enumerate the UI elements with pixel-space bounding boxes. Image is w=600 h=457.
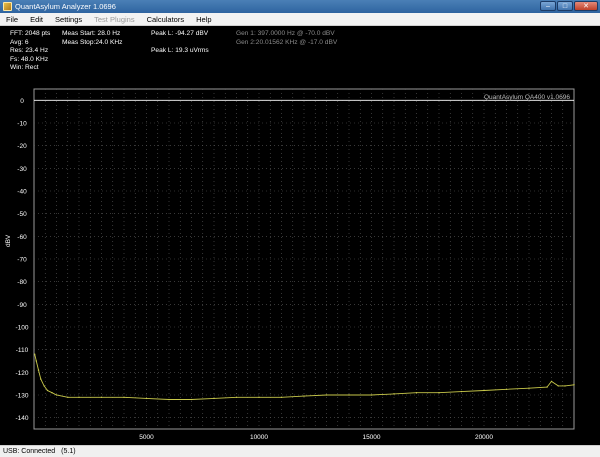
maximize-button[interactable]: □	[557, 1, 573, 11]
y-axis-label: dBV	[5, 234, 12, 247]
y-tick-label: -70	[17, 257, 27, 264]
resolution-readout: Res: 23.4 Hz	[10, 47, 49, 55]
y-tick-label: -140	[15, 415, 28, 422]
spectrum-point	[145, 397, 148, 400]
fft-info-panel: FFT: 2048 pts Avg: 6 Res: 23.4 Hz Fs: 48…	[10, 30, 50, 73]
spectrum-point	[564, 385, 566, 387]
spectrum-point	[348, 394, 350, 396]
status-bar: USB: Connected (5.1)	[0, 445, 600, 457]
y-tick-label: -110	[16, 347, 29, 354]
window-type-readout: Win: Rect	[10, 64, 39, 72]
menu-file[interactable]: File	[0, 13, 24, 26]
y-tick-label: 0	[20, 98, 24, 105]
peak-readout-panel: Peak L: -94.27 dBV Peak L: 19.3 uVrms	[151, 30, 209, 56]
y-tick-label: -130	[15, 393, 28, 400]
menu-calculators[interactable]: Calculators	[141, 13, 191, 26]
spectrum-trace	[34, 354, 575, 400]
spectrum-point	[258, 396, 260, 398]
peak-uvrms-readout: Peak L: 19.3 uVrms	[151, 47, 209, 55]
spectrum-point	[35, 360, 37, 362]
menu-settings[interactable]: Settings	[49, 13, 88, 26]
title-bar: QuantAsylum Analyzer 1.0696 – □ ✕	[0, 0, 600, 13]
spectrum-point	[280, 396, 283, 398]
spectrum-point	[37, 369, 40, 371]
spectrum-point	[123, 396, 125, 398]
spectrum-point	[213, 397, 215, 400]
x-tick-label: 15000	[362, 434, 380, 441]
version-status: (5.1)	[61, 448, 76, 455]
spectrum-point	[303, 395, 305, 397]
averages-readout: Avg: 6	[10, 38, 29, 46]
spectrum-point	[100, 396, 103, 398]
spectrum-point	[528, 387, 530, 389]
peak-dbv-readout: Peak L: -94.27 dBV	[151, 30, 209, 37]
gen1-readout: Gen 1: 397.0000 Hz @ -70.0 dBV	[236, 30, 335, 37]
spectrum-point	[438, 392, 440, 394]
x-tick-label: 10000	[250, 434, 268, 441]
menu-test-plugins[interactable]: Test Plugins	[88, 13, 140, 26]
x-tick-label: 20000	[475, 434, 493, 441]
spectrum-point	[78, 396, 80, 398]
app-icon	[3, 2, 12, 11]
x-tick-label: 5000	[139, 434, 154, 441]
spectrum-point	[393, 393, 395, 395]
y-tick-label: -50	[17, 211, 27, 218]
window-controls: – □ ✕	[540, 1, 598, 11]
spectrum-point	[460, 390, 463, 393]
spectrum-point	[51, 392, 53, 394]
generator-panel: Gen 1: 397.0000 Hz @ -70.0 dBV Gen 2:20.…	[236, 30, 337, 47]
spectrum-point	[370, 394, 373, 396]
measurement-range-panel: Meas Start: 28.0 Hz Meas Stop:24.0 KHz	[62, 30, 122, 47]
window-title: QuantAsylum Analyzer 1.0696	[15, 2, 116, 11]
spectrum-point	[557, 385, 559, 387]
spectrum-chart[interactable]: 0 -10 -20 -30 -40 -50 -60 -70 -80 -90 -100 -110 -120…	[0, 80, 600, 445]
gen2-readout: Gen 2:20.01562 KHz @ -17.0 dBV	[236, 38, 338, 46]
spectrum-point	[550, 380, 553, 383]
y-tick-label: -90	[17, 302, 27, 309]
meas-start-readout: Meas Start: 28.0 Hz	[62, 30, 121, 37]
y-tick-label: -20	[17, 143, 27, 150]
spectrum-point	[546, 386, 548, 388]
spectrum-point	[573, 384, 575, 386]
spectrum-point	[40, 378, 42, 380]
spectrum-point	[483, 389, 485, 392]
spectrum-plot[interactable]: 0 -10 -20 -30 -40 -50 -60 -70 -80 -90 -100 -110 -120…	[0, 80, 600, 445]
spectrum-point	[415, 392, 418, 394]
y-tick-label: -100	[15, 325, 28, 332]
spectrum-point	[325, 394, 328, 396]
y-tick-label: -60	[17, 234, 27, 241]
spectrum-point	[67, 396, 69, 398]
fft-points-readout: FFT: 2048 pts	[10, 30, 51, 37]
y-tick-label: -10	[17, 121, 27, 128]
y-tick-label: -30	[17, 166, 27, 173]
y-tick-label: -120	[15, 370, 28, 377]
spectrum-point	[190, 398, 193, 401]
meas-stop-readout: Meas Stop:24.0 KHz	[62, 38, 123, 46]
y-tick-label: -80	[17, 279, 27, 286]
spectrum-point	[46, 389, 49, 392]
sample-rate-readout: Fs: 48.0 KHz	[10, 55, 49, 63]
chart-watermark: QuantAsylum QA400 v1.0696	[484, 94, 570, 101]
connection-status: USB: Connected	[3, 448, 56, 455]
menu-help[interactable]: Help	[190, 13, 217, 26]
spectrum-point	[55, 394, 58, 396]
close-button[interactable]: ✕	[574, 1, 598, 11]
spectrum-point	[505, 388, 508, 391]
menu-edit[interactable]: Edit	[24, 13, 49, 26]
spectrum-point	[33, 353, 36, 355]
spectrum-point	[235, 396, 238, 398]
minimize-button[interactable]: –	[540, 1, 556, 11]
menu-bar: File Edit Settings Test Plugins Calculat…	[0, 13, 600, 26]
y-tick-label: -40	[17, 189, 27, 196]
spectrum-point	[43, 385, 45, 387]
spectrum-point	[168, 398, 170, 401]
